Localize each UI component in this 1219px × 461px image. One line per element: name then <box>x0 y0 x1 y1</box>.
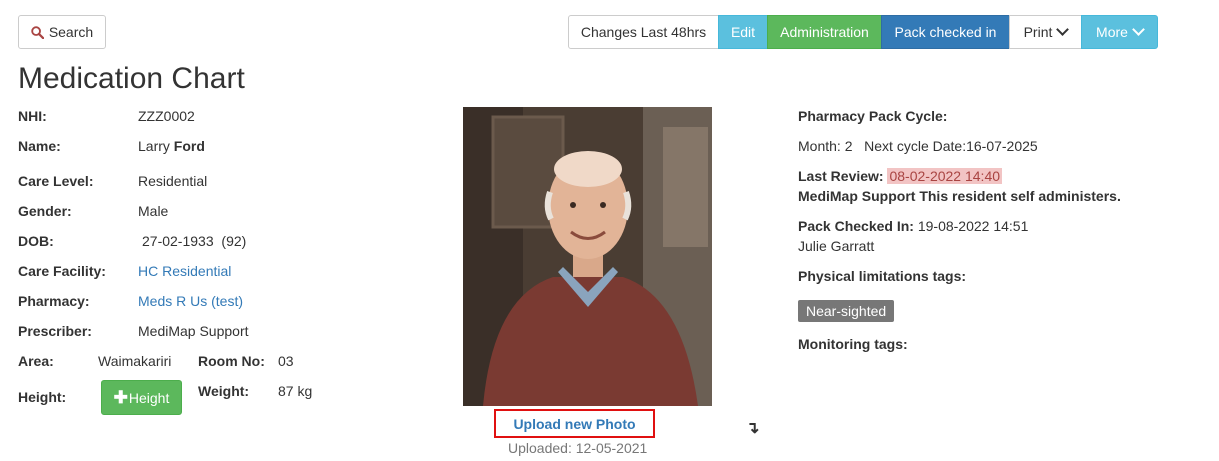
arrow-down-icon: ↴ <box>746 420 760 437</box>
photo-uploaded-date: Uploaded: 12-05-2021 <box>508 440 648 456</box>
upload-new-photo-link[interactable]: Upload new Photo <box>494 409 655 438</box>
search-label: Search <box>48 24 94 40</box>
pack-cycle-info: Month: 2 Next cycle Date:16-07-2025 <box>798 138 1038 154</box>
pharmacy-link[interactable]: Meds R Us (test) <box>138 293 243 309</box>
more-dropdown-button[interactable]: More <box>1081 15 1158 49</box>
pack-checked-in-button[interactable]: Pack checked in <box>881 15 1010 49</box>
last-review-label: Last Review: <box>798 168 884 184</box>
more-label: More <box>1096 24 1128 40</box>
dob-date: 27-02-1933 <box>142 233 214 249</box>
area-label: Area: <box>18 353 54 369</box>
physical-limitation-tag: Near-sighted <box>798 300 895 322</box>
print-label: Print <box>1023 24 1053 40</box>
gender-label: Gender: <box>18 203 72 219</box>
pack-checked-in-date: 19-08-2022 14:51 <box>917 218 1029 234</box>
care-facility-label: Care Facility: <box>18 263 106 279</box>
resident-photo <box>463 107 712 406</box>
last-review: Last Review: 08-02-2022 14:40 <box>798 168 1003 184</box>
physical-limitations-label: Physical limitations tags: <box>798 268 967 284</box>
chevron-down-icon <box>1056 23 1070 36</box>
age-value: (92) <box>221 233 247 249</box>
pack-month: Month: 2 <box>798 138 853 154</box>
chevron-down-icon <box>1132 23 1145 36</box>
pharmacy-pack-cycle-label: Pharmacy Pack Cycle: <box>798 108 948 124</box>
nhi-label: NHI: <box>18 108 47 124</box>
search-button[interactable]: Search <box>18 15 106 49</box>
prescriber-value: MediMap Support <box>138 323 249 339</box>
pack-checked-in-label: Pack Checked In: <box>798 218 914 234</box>
print-dropdown-button[interactable]: Print <box>1009 15 1082 49</box>
plus-icon: ✚ <box>113 387 128 407</box>
gender-value: Male <box>138 203 169 219</box>
next-cycle-date: Next cycle Date:16-07-2025 <box>864 138 1038 154</box>
care-facility-link[interactable]: HC Residential <box>138 263 231 279</box>
add-height-button[interactable]: ✚ Height <box>101 380 182 415</box>
pack-checked-in-by: Julie Garratt <box>798 238 875 254</box>
search-icon <box>31 25 44 39</box>
care-level-value: Residential <box>138 173 208 189</box>
last-review-date: 08-02-2022 14:40 <box>887 168 1003 184</box>
height-label: Height: <box>18 389 67 405</box>
area-value: Waimakariri <box>98 353 172 369</box>
monitoring-tags-label: Monitoring tags: <box>798 336 908 352</box>
review-note: MediMap Support This resident self admin… <box>798 188 1121 204</box>
changes-last-48hrs-button[interactable]: Changes Last 48hrs <box>568 15 719 49</box>
weight-label: Weight: <box>198 383 250 399</box>
first-name: Larry <box>138 138 170 154</box>
pack-checked-in: Pack Checked In: 19-08-2022 14:51 <box>798 218 1028 234</box>
prescriber-label: Prescriber: <box>18 323 92 339</box>
dob-label: DOB: <box>18 233 54 249</box>
weight-value: 87 kg <box>278 383 313 399</box>
pharmacy-label: Pharmacy: <box>18 293 90 309</box>
height-button-label: Height <box>128 389 170 406</box>
name-value: Larry Ford <box>138 138 205 154</box>
administration-button[interactable]: Administration <box>767 15 882 49</box>
last-name: Ford <box>173 138 205 154</box>
page-title: Medication Chart <box>18 62 245 95</box>
care-level-label: Care Level: <box>18 173 94 189</box>
room-label: Room No: <box>198 353 265 369</box>
name-label: Name: <box>18 138 61 154</box>
room-value: 03 <box>278 353 294 369</box>
dob-value: 27-02-1933 (92) <box>142 233 246 249</box>
nhi-value: ZZZ0002 <box>138 108 195 124</box>
edit-button[interactable]: Edit <box>718 15 768 49</box>
